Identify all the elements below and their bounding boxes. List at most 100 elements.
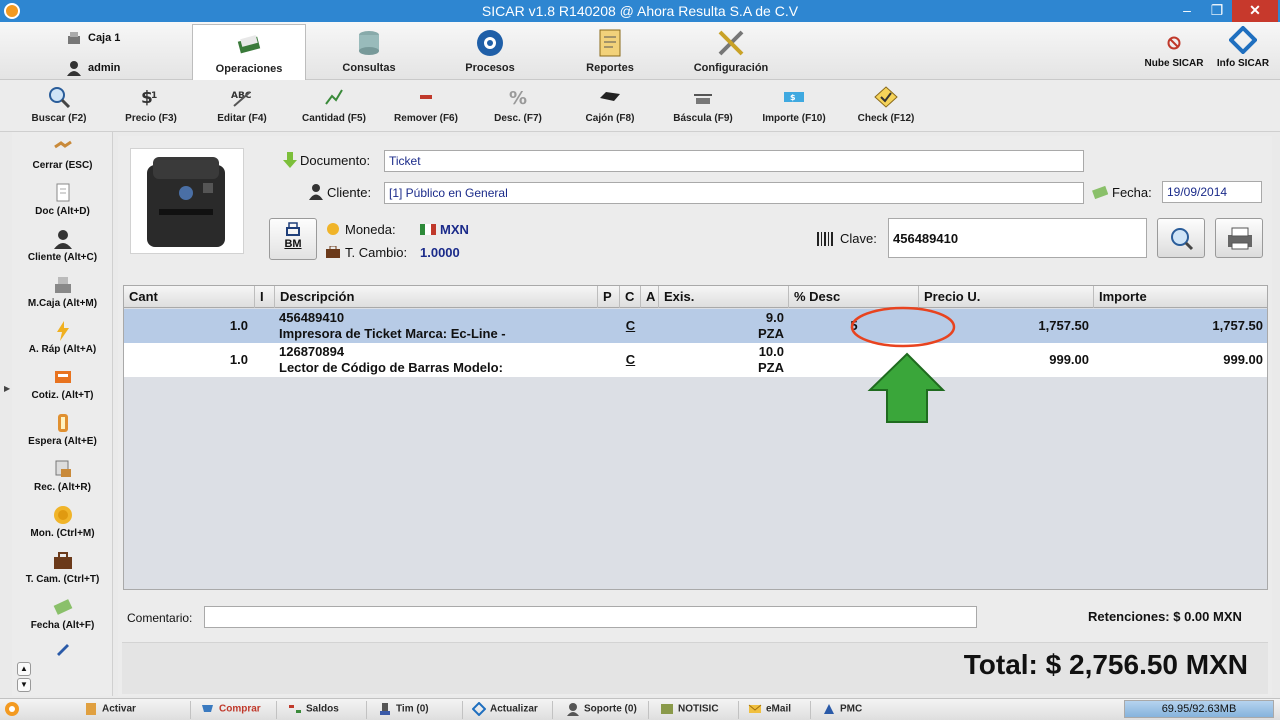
comprar-button[interactable]: Comprar	[201, 702, 261, 716]
cart-icon	[201, 702, 215, 716]
info-sicar-button[interactable]: Info SICAR	[1212, 25, 1274, 69]
buscar-button[interactable]: Buscar (F2)	[14, 86, 104, 124]
sidebar-item-label: T. Cam. (Ctrl+T)	[25, 574, 100, 585]
importe-button[interactable]: $ Importe (F10)	[749, 86, 839, 124]
coin-icon	[53, 505, 73, 525]
highlight-circle	[850, 306, 956, 348]
cajon-button[interactable]: Cajón (F8)	[565, 86, 655, 124]
calendar-money-icon	[1092, 185, 1109, 200]
search-product-button[interactable]	[1157, 218, 1205, 258]
database-icon	[354, 28, 384, 58]
sidebar-item-2[interactable]: Doc (Alt+D)	[12, 183, 113, 217]
sidebar-item-11[interactable]: Fecha (Alt+F)	[12, 597, 113, 631]
gear-process-icon	[475, 28, 505, 58]
col-a[interactable]: A	[641, 286, 659, 308]
notisic-button[interactable]: NOTISIC	[660, 702, 719, 716]
briefcase-icon	[326, 245, 340, 258]
sidebar-item-3[interactable]: Cliente (Alt+C)	[12, 229, 113, 263]
retenciones-label: Retenciones: $ 0.00 MXN	[1088, 609, 1242, 624]
soporte-button[interactable]: Soporte (0)	[566, 702, 637, 716]
status-bar: Activar Comprar Saldos Tim (0) Actualiza…	[0, 698, 1280, 720]
sicar-orange-icon[interactable]	[4, 701, 20, 717]
fecha-field[interactable]: 19/09/2014	[1162, 181, 1262, 203]
sidebar-item-4[interactable]: M.Caja (Alt+M)	[12, 275, 113, 309]
title-bar: SICAR v1.8 R140208 @ Ahora Resulta S.A d…	[0, 0, 1280, 22]
descripcion-cell[interactable]: 126870894 Lector de Código de Barras Mod…	[279, 343, 599, 377]
percent-icon: %	[506, 86, 530, 109]
module-reportes[interactable]: Reportes	[553, 24, 667, 78]
sidebar-item-6[interactable]: Cotiz. (Alt+T)	[12, 367, 113, 401]
cantidad-button[interactable]: Cantidad (F5)	[289, 86, 379, 124]
sidebar-scroll-down-button[interactable]: ▼	[17, 678, 31, 692]
sidebar-item-label: Rec. (Alt+R)	[34, 482, 91, 493]
saldos-button[interactable]: Saldos	[288, 702, 339, 716]
cant-cell[interactable]: 1.0	[124, 343, 248, 377]
tim-button[interactable]: Tim (0)	[378, 702, 429, 716]
sidebar-item-7[interactable]: Espera (Alt+E)	[12, 413, 113, 447]
bm-button[interactable]: BM	[269, 218, 317, 260]
email-button[interactable]: eMail	[748, 702, 791, 716]
printer-icon	[1228, 227, 1252, 250]
remove-icon	[414, 86, 438, 108]
close-button[interactable]: ✕	[1232, 0, 1278, 22]
minimize-button[interactable]: –	[1172, 0, 1202, 22]
editar-button[interactable]: ABC Editar (F4)	[197, 86, 287, 124]
importe-cell: 999.00	[1223, 352, 1263, 367]
update-icon	[471, 701, 487, 717]
sidebar-scroll-up-button[interactable]: ▲	[17, 662, 31, 676]
status-separator	[190, 701, 191, 719]
cliente-field[interactable]: [1] Público en General	[384, 182, 1084, 204]
product-description: Impresora de Ticket Marca: Ec-Line -	[279, 326, 506, 341]
col-i[interactable]: I	[255, 286, 275, 308]
comentario-label: Comentario:	[127, 611, 193, 625]
table-row[interactable]: 1.0 456489410 Impresora de Ticket Marca:…	[124, 309, 1267, 343]
ticket-printer-image	[147, 157, 225, 247]
module-procesos[interactable]: Procesos	[433, 24, 547, 78]
col-p[interactable]: P	[598, 286, 620, 308]
sidebar-item-8[interactable]: Rec. (Alt+R)	[12, 459, 113, 493]
module-operaciones[interactable]: Operaciones	[192, 24, 306, 81]
sidebar-item-10[interactable]: T. Cam. (Ctrl+T)	[12, 551, 113, 585]
clave-input[interactable]: 456489410	[888, 218, 1147, 258]
nube-sicar-button[interactable]: Nube SICAR	[1142, 30, 1206, 69]
lightning-icon	[53, 321, 73, 341]
remover-button[interactable]: Remover (F6)	[381, 86, 471, 124]
collapse-arrow-icon[interactable]: ▶	[4, 384, 10, 393]
activar-button[interactable]: Activar	[84, 702, 136, 716]
maximize-button[interactable]: ❐	[1202, 0, 1232, 22]
sidebar-item-label: Mon. (Ctrl+M)	[30, 528, 95, 539]
sidebar-item-1[interactable]: Cerrar (ESC)	[12, 137, 113, 171]
comentario-field[interactable]	[204, 606, 977, 628]
documento-field[interactable]: Ticket	[384, 150, 1084, 172]
sidebar-item-9[interactable]: Mon. (Ctrl+M)	[12, 505, 113, 539]
importe-cell: 1,757.50	[1212, 318, 1263, 333]
c-cell[interactable]: C	[620, 309, 641, 343]
col-c[interactable]: C	[620, 286, 641, 308]
table-row[interactable]: 1.0 126870894 Lector de Código de Barras…	[124, 343, 1267, 377]
actualizar-button[interactable]: Actualizar	[471, 701, 538, 717]
module-consultas[interactable]: Consultas	[312, 24, 426, 78]
descuento-button[interactable]: % Desc. (F7)	[473, 86, 563, 124]
c-cell[interactable]: C	[620, 343, 641, 377]
bascula-button[interactable]: Báscula (F9)	[658, 86, 748, 124]
descripcion-cell[interactable]: 456489410 Impresora de Ticket Marca: Ec-…	[279, 309, 599, 343]
check-button[interactable]: Check (F12)	[841, 86, 931, 124]
pmc-button[interactable]: PMC	[822, 702, 862, 716]
col-cant[interactable]: Cant	[124, 286, 255, 308]
window-title: SICAR v1.8 R140208 @ Ahora Resulta S.A d…	[481, 3, 799, 19]
handshake-icon	[53, 137, 73, 157]
cash-register-indicator: Caja 1	[66, 30, 120, 46]
arrow-down-icon	[283, 152, 297, 168]
module-configuracion[interactable]: Configuración	[673, 24, 789, 78]
sidebar-item-5[interactable]: A. Ráp (Alt+A)	[12, 321, 113, 355]
precio-button[interactable]: $1 Precio (F3)	[106, 86, 196, 124]
status-separator	[276, 701, 277, 719]
print-button[interactable]	[1215, 218, 1263, 258]
report-icon	[595, 28, 625, 58]
col-exis[interactable]: Exis.	[659, 286, 789, 308]
cant-cell[interactable]: 1.0	[124, 309, 248, 343]
col-importe[interactable]: Importe	[1094, 286, 1267, 308]
col-descripcion[interactable]: Descripción	[275, 286, 598, 308]
pin-icon[interactable]	[54, 641, 70, 657]
memory-indicator: 69.95/92.63MB	[1124, 700, 1274, 718]
